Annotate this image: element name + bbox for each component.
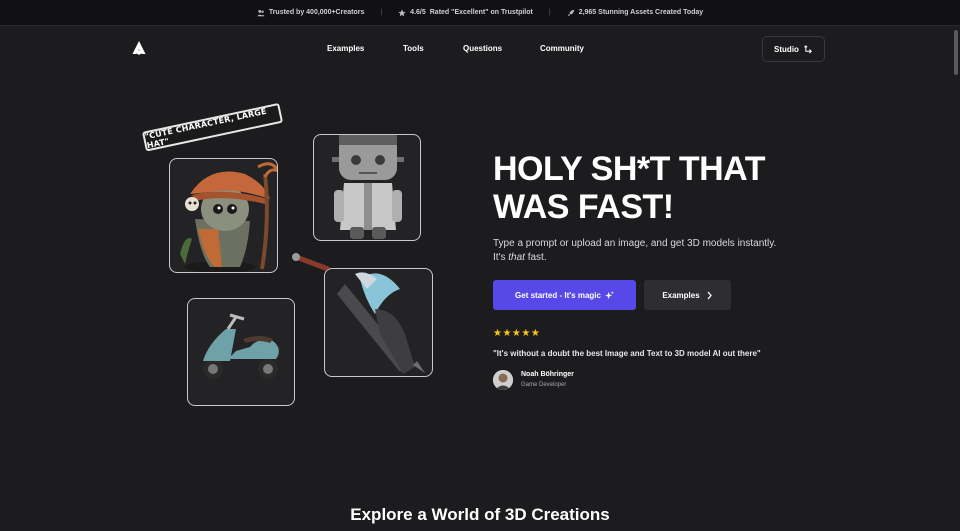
frankenstein-figure-image	[332, 135, 404, 239]
hero-subtitle-line2b: fast.	[524, 252, 547, 263]
hero-subtitle: Type a prompt or upload an image, and ge…	[493, 237, 793, 265]
scooter-image	[203, 313, 279, 379]
rocket-icon	[567, 9, 574, 16]
get-started-button[interactable]: Get started - It's magic	[493, 280, 636, 310]
section-title: Explore a World of 3D Creations	[350, 505, 610, 524]
rating-value: 4.6/5	[410, 9, 426, 16]
main-nav: Examples Tools Questions Community Studi…	[0, 26, 960, 72]
assets-item: 2,965 Stunning Assets Created Today	[567, 9, 703, 17]
testimonial-role: Game Developer	[521, 382, 567, 388]
nav-link-questions[interactable]: Questions	[463, 44, 502, 53]
testimonial-author: Noah Böhringer	[521, 371, 574, 378]
logo-icon[interactable]	[131, 40, 147, 56]
announcement-bar: Trusted by 400,000+Creators | 4.6/5 Rate…	[0, 0, 960, 26]
get-started-label: Get started - It's magic	[515, 290, 601, 300]
studio-label: Studio	[774, 44, 799, 54]
hero-subtitle-emphasis: that	[508, 252, 525, 263]
chevron-right-icon	[707, 291, 712, 299]
studio-button[interactable]: Studio	[762, 36, 825, 62]
testimonial-quote: "It's without a doubt the best Image and…	[493, 349, 761, 358]
hero-title-line2: WAS FAST!	[493, 188, 674, 226]
nav-link-tools[interactable]: Tools	[403, 44, 424, 53]
examples-button[interactable]: Examples	[644, 280, 731, 310]
avatar	[493, 370, 513, 390]
showcase-card-scooter	[187, 298, 295, 406]
nav-link-examples[interactable]: Examples	[327, 44, 364, 53]
trusted-item: Trusted by 400,000+Creators	[257, 9, 365, 17]
nav-link-community[interactable]: Community	[540, 44, 584, 53]
sparkle-icon	[604, 290, 614, 299]
sword-handle-image	[292, 253, 330, 271]
trusted-text: Trusted by 400,000+Creators	[268, 9, 365, 16]
showcase-card-wizard	[169, 158, 278, 273]
arrow-corner-icon	[804, 44, 812, 53]
separator: |	[380, 9, 383, 16]
examples-label: Examples	[662, 290, 700, 300]
assets-text: 2,965 Stunning Assets Created Today	[578, 9, 704, 16]
rating-stars: ★★★★★	[493, 328, 541, 339]
hero-title-line1: HOLY SH*T THAT	[493, 150, 765, 188]
scrollbar[interactable]	[954, 30, 958, 75]
hero-subtitle-line2a: It's	[493, 252, 509, 263]
avatar-image	[493, 370, 513, 390]
star-icon	[398, 8, 406, 16]
prompt-tag: "CUTE CHARACTER, LARGE HAT"	[142, 102, 284, 152]
wizard-character-image	[180, 162, 277, 272]
sword-image	[337, 272, 425, 374]
showcase-card-frankenstein	[313, 134, 421, 241]
hero-subtitle-line1: Type a prompt or upload an image, and ge…	[493, 238, 777, 249]
hero-title: HOLY SH*T THAT WAS FAST!	[493, 150, 813, 226]
users-icon	[257, 9, 265, 16]
separator: |	[548, 9, 551, 16]
rating-text: Rated "Excellent" on Trustpilot	[429, 9, 533, 16]
showcase-card-sword	[324, 268, 433, 377]
rating-item: 4.6/5 Rated "Excellent" on Trustpilot	[398, 8, 533, 17]
